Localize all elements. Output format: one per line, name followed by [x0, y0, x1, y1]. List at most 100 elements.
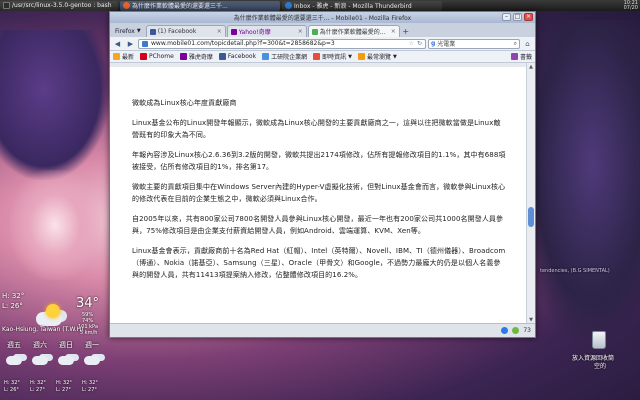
- star-folder-icon: [357, 53, 365, 60]
- firefox-menu-button[interactable]: Firefox ▼: [112, 25, 144, 37]
- bookmark-label: 工研院企業網: [271, 54, 308, 61]
- new-tab-button[interactable]: +: [401, 26, 411, 36]
- forward-arrow-icon: ▶: [127, 39, 134, 48]
- terminal-icon: [3, 2, 10, 9]
- weather-high: H: 32°: [2, 292, 25, 300]
- close-tab-icon[interactable]: ×: [217, 28, 222, 35]
- taskbar-item-label: Inbox - 雅虎 - 新浪 - Mozilla Thunderbird: [294, 3, 412, 10]
- bookmark-itri[interactable]: 工研院企業網: [262, 52, 307, 61]
- close-tab-icon[interactable]: ×: [298, 28, 303, 35]
- url-text: www.mobile01.com/topicdetail.php?f=300&t…: [151, 40, 335, 47]
- bookmark-news[interactable]: 即時資訊 ▼: [313, 52, 352, 61]
- google-icon: g: [431, 40, 436, 47]
- minimize-button[interactable]: –: [502, 13, 511, 21]
- bookmark-facebook[interactable]: Facebook: [218, 53, 256, 60]
- taskbar-item-firefox[interactable]: 為什麼作業軟體最愛的還要還三千...: [120, 0, 280, 11]
- trash-desktop-icon[interactable]: 放入資源回收筒 空的: [564, 331, 638, 400]
- forecast-high: H: 32°: [30, 380, 46, 386]
- scrollbar-thumb[interactable]: [528, 207, 534, 227]
- bookmark-most-visited[interactable]: 最常瀏覽 ▼: [357, 52, 397, 61]
- tab-mobile01[interactable]: 為什麼作業軟體最愛的還要還三千... ×: [307, 25, 400, 37]
- pchome-icon: [140, 53, 148, 60]
- url-bar[interactable]: www.mobile01.com/topicdetail.php?f=300&t…: [138, 38, 426, 49]
- wallpaper-figure: [520, 20, 640, 340]
- forecast-high: H: 32°: [56, 380, 72, 386]
- tab-bar: Firefox ▼ (1) Facebook × Yahoo!奇摩 × 為什麼作…: [110, 23, 535, 37]
- bookmark-latest[interactable]: 最新: [113, 52, 134, 61]
- forecast-low: L: 27°: [82, 387, 97, 393]
- trash-label: 放入資源回收筒: [572, 355, 615, 362]
- forecast-low: L: 27°: [56, 387, 71, 393]
- forecast-day: 週五: [2, 340, 26, 350]
- article-paragraph: Linux基金會表示，貢獻廠商前十名為Red Hat（紅帽）、Intel（英特爾…: [132, 247, 506, 279]
- bookmark-yahoo[interactable]: 雅虎奇摩: [179, 52, 213, 61]
- window-titlebar[interactable]: 為什麼作業軟體最愛的還要還三千... - Mobile01 - Mozilla …: [110, 12, 535, 23]
- cloud-icon: [84, 356, 100, 365]
- chevron-down-icon: ▼: [392, 53, 397, 60]
- facebook-icon: [149, 28, 156, 35]
- tab-label: 為什麼作業軟體最愛的還要還三千...: [319, 29, 389, 36]
- back-arrow-icon: ◀: [114, 39, 121, 48]
- home-button[interactable]: ⌂: [522, 38, 533, 49]
- mobile01-icon: [311, 28, 318, 35]
- yahoo-icon: [230, 28, 237, 35]
- search-box[interactable]: g 光電業 ⌕: [428, 38, 520, 49]
- panel-clock[interactable]: 10:21 07/20: [624, 0, 638, 11]
- bookmark-star-icon[interactable]: ☆: [409, 40, 414, 47]
- addon-icon[interactable]: [501, 327, 509, 334]
- tab-facebook[interactable]: (1) Facebook ×: [145, 25, 226, 37]
- thunderbird-icon: [285, 2, 292, 9]
- tab-yahoo[interactable]: Yahoo!奇摩 ×: [226, 25, 307, 37]
- reload-icon[interactable]: ↻: [417, 40, 422, 47]
- scroll-up-icon[interactable]: ▲: [527, 63, 535, 71]
- search-icon[interactable]: ⌕: [514, 40, 517, 48]
- navigation-bar: ◀ ▶ www.mobile01.com/topicdetail.php?f=3…: [110, 37, 535, 51]
- close-button[interactable]: ×: [524, 13, 533, 21]
- rss-icon: [313, 53, 321, 60]
- trash-icon: [592, 331, 606, 349]
- taskbar-item-label: 為什麼作業軟體最愛的還要還三千...: [132, 3, 228, 10]
- chevron-down-icon: ▼: [136, 28, 141, 34]
- site-identity-icon: [142, 40, 148, 47]
- chevron-down-icon: ▼: [348, 53, 352, 60]
- forecast-day: 週六: [28, 340, 52, 350]
- yahoo-icon: [179, 53, 187, 60]
- weather-widget: H: 32° L: 26° 34° 59% 74% 101 kPa 5 km/h…: [0, 292, 108, 400]
- cloud-icon: [6, 356, 22, 365]
- taskbar-item-terminal[interactable]: /usr/src/linux-3.5.0-gentoo : bash: [0, 0, 118, 11]
- forecast-day: 週日: [54, 340, 78, 350]
- security-icon[interactable]: [512, 327, 520, 334]
- close-tab-icon[interactable]: ×: [391, 28, 396, 35]
- forecast-low: L: 27°: [30, 387, 45, 393]
- wallpaper-caption: tendencies, (B.G SIMENTAL): [540, 268, 610, 274]
- firefox-menu-label: Firefox: [115, 27, 135, 35]
- taskbar-item-label: /usr/src/linux-3.5.0-gentoo : bash: [12, 2, 112, 9]
- weather-low: L: 26°: [2, 302, 23, 310]
- window-title: 為什麼作業軟體最愛的還要還三千... - Mobile01 - Mozilla …: [233, 15, 412, 22]
- maximize-button[interactable]: □: [513, 13, 522, 21]
- forward-button[interactable]: ▶: [125, 38, 136, 49]
- sun-icon: [46, 304, 60, 318]
- facebook-icon: [218, 53, 226, 60]
- article-paragraph: 微軟主要的貢獻項目集中在Windows Server內建的Hyper-V虛擬化技…: [132, 183, 506, 203]
- cloud-icon: [58, 356, 74, 365]
- bookmark-label: 雅虎奇摩: [188, 54, 213, 61]
- article-paragraph: 自2005年以來，共有800家公司7800名開發人員參與Linux核心開發，最近…: [132, 215, 504, 235]
- article-paragraph: 年報內容涉及Linux核心2.6.36到3.2版的開發，微軟共提出2174項修改…: [132, 151, 506, 171]
- bookmark-label: PChome: [149, 53, 174, 60]
- article-title: 微軟成為Linux核心年度貢獻廠商: [132, 99, 237, 107]
- bookmark-pchome[interactable]: PChome: [140, 53, 174, 60]
- forecast-day-name: 週一: [85, 341, 99, 349]
- article-paragraph: Linux基金公布的Linux開發年報顯示，微軟成為Linux核心開發的主要貢獻…: [132, 119, 501, 139]
- wallpaper-hair: [0, 30, 110, 180]
- tab-label: Yahoo!奇摩: [238, 29, 271, 36]
- vertical-scrollbar[interactable]: ▲ ▼: [526, 63, 535, 324]
- tab-label: (1) Facebook: [157, 28, 197, 35]
- weather-location: Kao-Hsiung, Taiwan (T.W.H): [2, 326, 84, 333]
- page-content: 微軟成為Linux核心年度貢獻廠商 Linux基金公布的Linux開發年報顯示，…: [110, 63, 528, 324]
- forecast-day: 週一: [80, 340, 104, 350]
- forecast-day-name: 週日: [59, 341, 73, 349]
- taskbar-item-thunderbird[interactable]: Inbox - 雅虎 - 新浪 - Mozilla Thunderbird: [282, 0, 442, 11]
- bookmarks-menu-button[interactable]: 書籤: [510, 52, 532, 61]
- back-button[interactable]: ◀: [112, 38, 123, 49]
